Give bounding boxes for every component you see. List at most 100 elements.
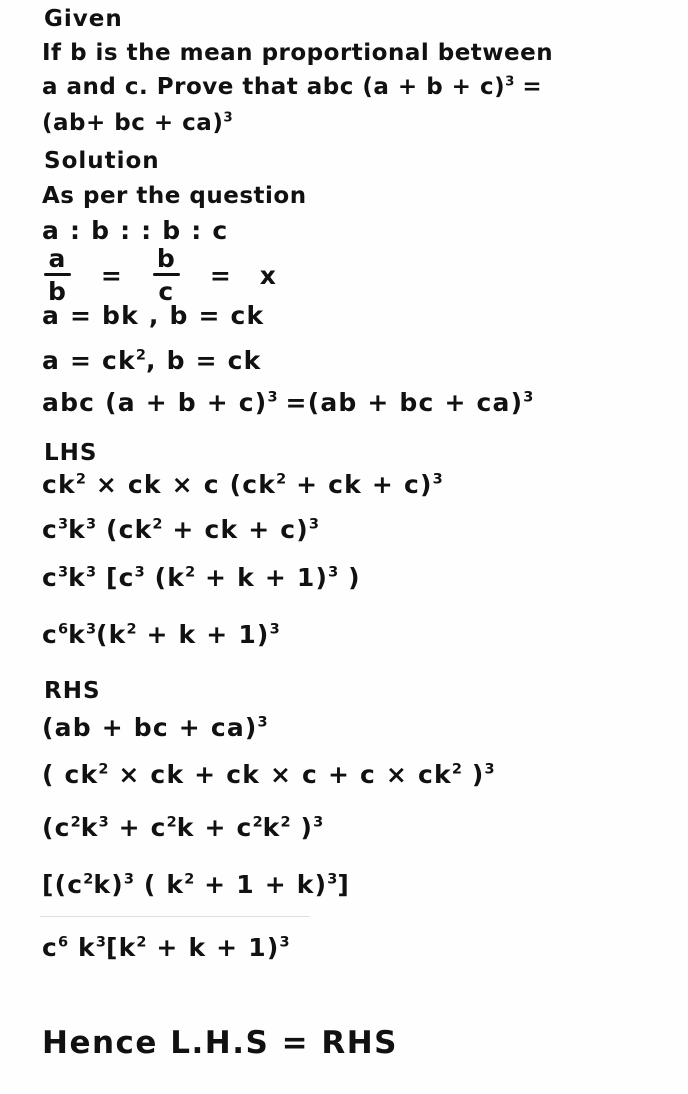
math-run: k (262, 813, 281, 842)
math-run: c (42, 933, 59, 962)
conclusion-statement: Hence L.H.S = RHS (42, 1025, 399, 1061)
exponent: 2 (185, 564, 196, 581)
math-run: c (42, 515, 59, 544)
fraction-bar (152, 273, 180, 276)
exponent: 2 (252, 814, 263, 831)
math-run: k (68, 620, 86, 649)
math-run: (c (42, 813, 71, 842)
fraction-numerator-b: b (156, 244, 176, 273)
math-run: k (68, 933, 96, 962)
math-run: × ck × c (ck (85, 470, 277, 499)
math-run: ) (290, 813, 314, 842)
exponent: 2 (75, 471, 86, 488)
identity-equals: = (285, 388, 308, 417)
exponent: 2 (166, 814, 177, 831)
fraction-equals-1: = (100, 261, 124, 290)
rhs-work-line-3: (c2k3 + c2k + c2k2 )3 (42, 815, 323, 840)
problem-line-3: (ab+ bc + ca)3 (42, 110, 233, 136)
lhs-work-line-1: ck2 × ck × c (ck2 + ck + c)3 (42, 472, 443, 497)
math-run: (k (96, 620, 127, 649)
as-per-question-text: As per the question (42, 183, 307, 209)
math-run: + ck + c) (286, 470, 433, 499)
exponent: 2 (136, 934, 147, 951)
math-run: k + c (176, 813, 253, 842)
rhs-work-line-2: ( ck2 × ck + ck × c + c × ck2 )3 (42, 762, 495, 787)
math-run: + k + 1) (136, 620, 270, 649)
math-run: ( k (133, 870, 185, 899)
handwritten-page: Given If b is the mean proportional betw… (0, 0, 688, 1094)
math-run: (k (144, 563, 186, 592)
problem-line-2: a and c. Prove that abc (a + b + c)3 = (42, 74, 543, 100)
exponent: 3 (432, 471, 443, 488)
fraction-b-over-c: b c (152, 244, 180, 304)
math-run: k) (93, 870, 124, 899)
math-run: + c (108, 813, 167, 842)
math-run: (ab + bc + ca) (42, 713, 258, 742)
math-run: + ck + c) (162, 515, 309, 544)
exponent: 3 (327, 871, 338, 888)
math-run: k (80, 813, 99, 842)
lhs-work-line-4: c6k3(k2 + k + 1)3 (42, 622, 280, 647)
heading-given: Given (44, 6, 123, 32)
exponent: 3 (85, 516, 97, 533)
problem-line-3-text: (ab+ bc + ca) (42, 110, 224, 136)
exponent: 3 (85, 564, 97, 581)
identity-to-prove: abc (a + b + c)3 =(ab + bc + ca)3 (42, 390, 533, 415)
exponent: 3 (58, 516, 69, 533)
rhs-work-line-1: (ab + bc + ca)3 (42, 715, 268, 740)
math-run: ) (338, 563, 361, 592)
exponent: 2 (184, 871, 195, 888)
heading-solution: Solution (44, 148, 160, 174)
math-run: + k + 1) (195, 563, 329, 592)
math-run: c (42, 563, 59, 592)
math-run: [c (96, 563, 135, 592)
substitution-line-1: a = bk , b = ck (42, 301, 265, 330)
exponent: 3 (279, 934, 290, 951)
problem-line-1: If b is the mean proportional between (42, 40, 554, 66)
lhs-work-line-2: c3k3 (ck2 + ck + c)3 (42, 517, 319, 542)
problem-line-2-exponent: 3 (505, 74, 515, 90)
exponent: 3 (58, 564, 69, 581)
exponent: 3 (269, 621, 280, 638)
identity-rhs-text: (ab + bc + ca) (307, 388, 524, 417)
identity-lhs-exponent: 3 (267, 389, 278, 406)
math-run: [k (105, 933, 137, 962)
exponent: 3 (85, 621, 97, 638)
heading-rhs: RHS (44, 678, 101, 704)
exponent: 3 (257, 714, 268, 731)
math-run: c (42, 620, 59, 649)
exponent: 2 (276, 471, 287, 488)
problem-line-2-equals: = (522, 74, 543, 100)
scan-artifact-streak (40, 916, 310, 917)
exponent: 2 (152, 516, 163, 533)
exponent: 3 (95, 934, 106, 951)
proportion-statement: a : b : : b : c (42, 216, 229, 245)
exponent: 3 (484, 761, 495, 778)
rhs-work-line-4: [(c2k)3 ( k2 + 1 + k)3] (42, 872, 350, 897)
exponent: 2 (83, 871, 94, 888)
math-run: ck (42, 470, 76, 499)
exponent: 3 (123, 871, 134, 888)
identity-rhs-exponent: 3 (523, 389, 534, 406)
fraction-a-over-b: a b (44, 244, 72, 304)
math-run: k (68, 563, 86, 592)
fraction-numerator-a: a (48, 244, 67, 273)
exponent: 6 (58, 934, 69, 951)
lhs-work-line-3: c3k3 [c3 (k2 + k + 1)3 ) (42, 565, 361, 590)
math-run: ( ck (42, 760, 99, 789)
heading-lhs: LHS (44, 440, 98, 466)
exponent: 3 (313, 814, 324, 831)
exponent: 2 (70, 814, 81, 831)
fraction-equals-2: = (209, 261, 232, 290)
exponent: 3 (328, 564, 339, 581)
exponent: 6 (58, 621, 69, 638)
fraction-bar (44, 273, 72, 276)
identity-lhs-text: abc (a + b + c) (42, 388, 268, 417)
exponent: 2 (98, 761, 109, 778)
problem-line-3-exponent: 3 (223, 110, 233, 126)
substitution-line-2: a = ck2, b = ck (42, 348, 261, 373)
math-run: + 1 + k) (194, 870, 328, 899)
math-run: + k + 1) (146, 933, 280, 962)
exponent: 2 (126, 621, 137, 638)
math-run: (ck (96, 515, 153, 544)
